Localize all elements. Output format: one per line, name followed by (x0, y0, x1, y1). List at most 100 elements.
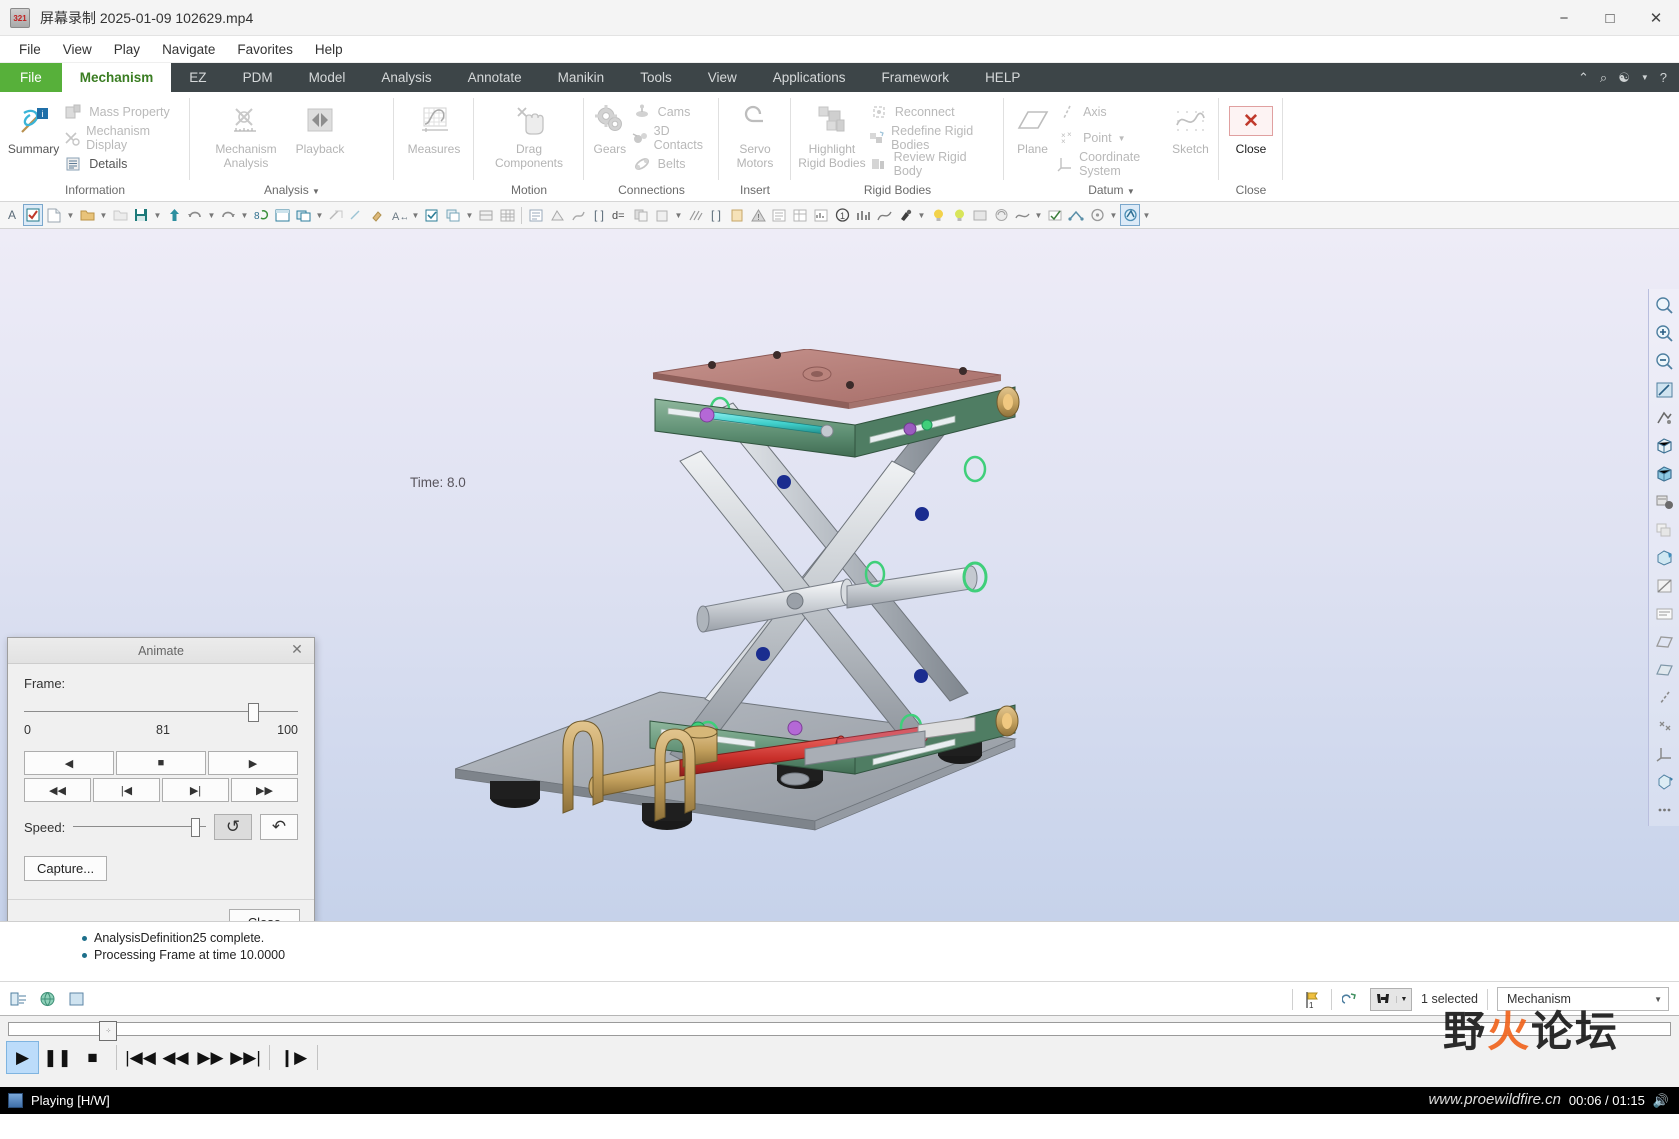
drag-components-button[interactable]: Drag Components (487, 98, 571, 170)
play-button[interactable]: ▶ (6, 1041, 39, 1074)
animate-dialog[interactable]: Animate ✕ Frame: 0 81 100 ◀ ■ ▶ ◀◀ |◀ ▶|… (7, 637, 315, 921)
caret-down-icon[interactable]: ▼ (1127, 187, 1135, 196)
measure-icon[interactable]: A↔ (389, 204, 409, 226)
play-forward-button[interactable]: ▶ (208, 751, 298, 775)
spin-center-icon[interactable] (1652, 405, 1677, 430)
sketch-view-icon[interactable] (568, 204, 588, 226)
chevron-down-icon[interactable]: ▼ (65, 204, 76, 226)
step-forward-button[interactable]: ▶| (162, 778, 229, 802)
open-file-icon[interactable] (77, 204, 97, 226)
report-icon[interactable] (811, 204, 831, 226)
scene-icon[interactable] (970, 204, 990, 226)
coordinate-system-button[interactable]: Coordinate System (1055, 150, 1168, 178)
datum-display-icon[interactable] (1652, 629, 1677, 654)
chevron-down-icon[interactable]: ▼ (1654, 995, 1662, 1004)
zoom-out-icon[interactable] (1652, 349, 1677, 374)
help-icon[interactable]: ? (1660, 70, 1667, 85)
warning-icon[interactable]: ! (748, 204, 768, 226)
hatch-icon[interactable] (685, 204, 705, 226)
light-bulb-icon[interactable] (928, 204, 948, 226)
point-display-icon[interactable] (1652, 713, 1677, 738)
tab-ez[interactable]: EZ (171, 63, 224, 92)
dialog-close-button[interactable]: Close (228, 909, 300, 921)
find-icon[interactable] (1371, 992, 1396, 1006)
frame-slider[interactable] (24, 703, 298, 722)
more-views-icon[interactable] (1652, 797, 1677, 822)
save-icon[interactable] (131, 204, 151, 226)
target-icon[interactable] (1087, 204, 1107, 226)
dimension-icon[interactable]: d= (610, 204, 630, 226)
measures-button[interactable]: Measures (400, 98, 468, 156)
menu-play[interactable]: Play (103, 39, 151, 60)
search-icon[interactable]: ⌕ (1600, 70, 1607, 86)
chevron-down-icon[interactable]: ▼ (1141, 204, 1152, 226)
axis-display-icon[interactable] (1652, 685, 1677, 710)
save-as-icon[interactable] (164, 204, 184, 226)
cross-section-icon[interactable] (547, 204, 567, 226)
next-button[interactable]: ▶▶| (229, 1041, 262, 1074)
zoom-fit-icon[interactable] (1652, 293, 1677, 318)
window-switch-icon[interactable] (293, 204, 313, 226)
rewind-button[interactable]: ◀◀ (24, 778, 91, 802)
fast-forward-button[interactable]: ▶▶ (194, 1041, 227, 1074)
gears-button[interactable]: Gears (590, 98, 630, 156)
undo-icon[interactable] (185, 204, 205, 226)
paint-icon[interactable] (368, 204, 388, 226)
tab-view[interactable]: View (690, 63, 755, 92)
play-reverse-button[interactable]: ◀ (24, 751, 114, 775)
saved-views-icon[interactable] (1652, 489, 1677, 514)
mass-property-button[interactable]: Mass Property (61, 100, 184, 124)
paste-icon[interactable] (652, 204, 672, 226)
review-rigid-body-button[interactable]: Review Rigid Body (867, 150, 998, 178)
tab-analysis[interactable]: Analysis (363, 63, 449, 92)
seek-thumb[interactable]: ⁘ (99, 1021, 118, 1041)
menu-help[interactable]: Help (304, 39, 354, 60)
checked-window-icon[interactable] (23, 204, 43, 226)
chevron-down-icon[interactable]: ▼ (1108, 204, 1119, 226)
annotation-icon[interactable]: A (2, 204, 22, 226)
chevron-down-icon[interactable]: ▼ (1033, 204, 1044, 226)
summary-button[interactable]: i Summary (6, 98, 61, 156)
window-icon[interactable] (66, 989, 86, 1009)
csys-display-icon[interactable] (1652, 741, 1677, 766)
display-style-shaded-icon[interactable] (1652, 461, 1677, 486)
light-bulb-2-icon[interactable] (949, 204, 969, 226)
checkbox-icon[interactable] (422, 204, 442, 226)
mechanism-analysis-button[interactable]: Mechanism Analysis (204, 98, 288, 170)
tab-annotate[interactable]: Annotate (450, 63, 540, 92)
mechanism-active-icon[interactable] (1120, 204, 1140, 226)
speed-slider[interactable] (73, 817, 206, 837)
menu-file[interactable]: File (8, 39, 52, 60)
analysis-chart-icon[interactable] (853, 204, 873, 226)
annotation-display-icon[interactable] (1652, 601, 1677, 626)
chevron-down-icon[interactable]: ▼ (410, 204, 421, 226)
bracket-icon[interactable]: [ ] (589, 204, 609, 226)
regenerate-icon[interactable]: 8 (251, 204, 271, 226)
cams-button[interactable]: Cams (630, 100, 713, 124)
plane-display-icon[interactable] (1652, 657, 1677, 682)
hide-icon[interactable] (326, 204, 346, 226)
chevron-down-icon[interactable]: ▼ (314, 204, 325, 226)
tab-help[interactable]: HELP (967, 63, 1038, 92)
redefine-rigid-bodies-button[interactable]: Redefine Rigid Bodies (867, 124, 998, 152)
zoom-in-icon[interactable] (1652, 321, 1677, 346)
section-icon[interactable] (1652, 573, 1677, 598)
appearance-gallery-icon[interactable] (895, 204, 915, 226)
volume-icon[interactable]: 🔊 (1653, 1093, 1669, 1109)
chevron-down-icon[interactable]: ▼ (98, 204, 109, 226)
tab-applications[interactable]: Applications (755, 63, 864, 92)
curve-icon[interactable] (874, 204, 894, 226)
find-toggle[interactable]: ▼ (1370, 987, 1413, 1011)
caret-down-icon[interactable]: ▼ (312, 187, 320, 196)
previous-button[interactable]: |◀◀ (124, 1041, 157, 1074)
mode-combobox[interactable]: Mechanism ▼ (1497, 987, 1669, 1011)
spline-icon[interactable] (1012, 204, 1032, 226)
spin-icon[interactable] (1652, 769, 1677, 794)
belts-button[interactable]: Belts (630, 152, 713, 176)
render-icon[interactable] (991, 204, 1011, 226)
frame-slider-thumb[interactable] (247, 703, 259, 722)
model-tree-icon[interactable] (8, 989, 28, 1009)
menu-favorites[interactable]: Favorites (226, 39, 304, 60)
account-icon[interactable]: ☯ (1618, 70, 1630, 86)
sketch-button[interactable]: Sketch (1168, 98, 1213, 156)
